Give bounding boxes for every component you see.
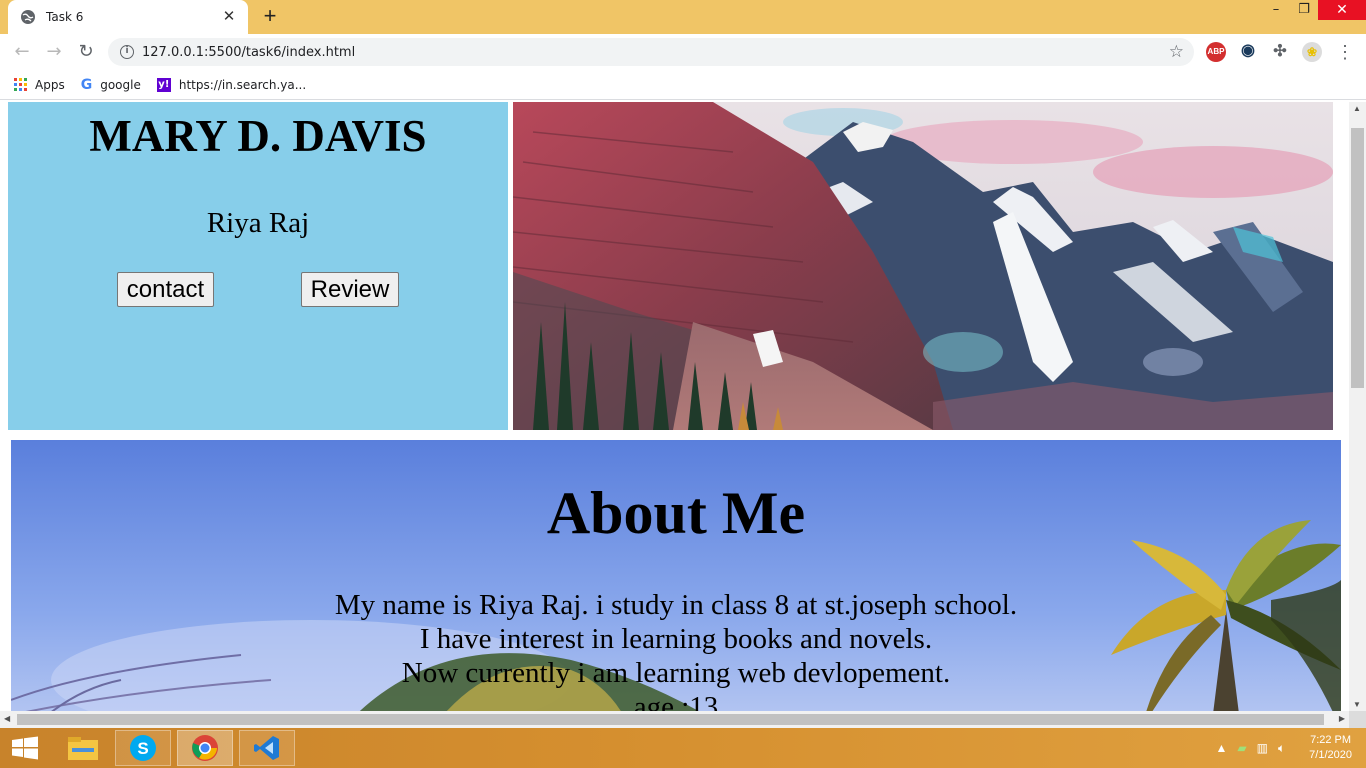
scroll-down-icon[interactable]: ▼ bbox=[1353, 700, 1361, 709]
taskbar-clock[interactable]: 7:22 PM 7/1/2020 bbox=[1309, 733, 1352, 763]
adblock-icon[interactable]: ABP bbox=[1206, 42, 1226, 62]
bookmark-star-icon[interactable]: ☆ bbox=[1169, 42, 1184, 62]
browser-toolbar: ← → ↻ i 127.0.0.1:5500/task6/index.html … bbox=[0, 34, 1366, 70]
volume-icon[interactable]: 🔈︎ bbox=[1278, 741, 1285, 756]
about-bio: My name is Riya Raj. i study in class 8 … bbox=[11, 588, 1341, 711]
skype-icon[interactable]: S bbox=[115, 730, 171, 766]
clock-time: 7:22 PM bbox=[1310, 734, 1352, 746]
vertical-scroll-thumb[interactable] bbox=[1351, 128, 1364, 388]
scroll-left-icon[interactable]: ◀ bbox=[4, 714, 10, 723]
forward-button[interactable]: → bbox=[42, 40, 66, 64]
minimize-button[interactable]: – bbox=[1262, 0, 1290, 20]
back-button[interactable]: ← bbox=[10, 40, 34, 64]
scroll-right-icon[interactable]: ▶ bbox=[1339, 714, 1345, 723]
tray-expand-icon[interactable]: ▲ bbox=[1216, 741, 1228, 755]
yahoo-icon: y! bbox=[156, 77, 171, 92]
lens-extension-icon[interactable]: ◉ bbox=[1238, 42, 1258, 62]
about-section: About Me My name is Riya Raj. i study in… bbox=[11, 440, 1341, 711]
extensions-puzzle-icon[interactable]: ✣ bbox=[1270, 42, 1290, 62]
svg-text:S: S bbox=[137, 739, 148, 758]
bookmark-apps[interactable]: Apps bbox=[14, 78, 65, 92]
site-info-icon[interactable]: i bbox=[120, 45, 134, 59]
tab-strip: Task 6 ✕ + – ❐ ✕ bbox=[0, 0, 1366, 34]
chrome-icon[interactable] bbox=[177, 730, 233, 766]
apps-grid-icon bbox=[14, 78, 27, 91]
bookmark-label: google bbox=[100, 77, 141, 92]
bookmark-label: Apps bbox=[35, 77, 65, 92]
chrome-menu-icon[interactable]: ⋮ bbox=[1336, 42, 1354, 62]
bookmark-google[interactable]: G google bbox=[81, 77, 141, 93]
horizontal-scroll-thumb[interactable] bbox=[17, 714, 1324, 725]
about-heading: About Me bbox=[546, 480, 806, 546]
bookmark-yahoo[interactable]: y! https://in.search.ya... bbox=[156, 77, 307, 92]
profile-avatar-icon[interactable]: ❀ bbox=[1302, 42, 1322, 62]
bio-line: My name is Riya Raj. i study in class 8 … bbox=[334, 589, 1018, 621]
notification-icon[interactable]: ▰ bbox=[1237, 741, 1246, 755]
tab-title: Task 6 bbox=[46, 10, 84, 24]
profile-subtitle: Riya Raj bbox=[206, 207, 310, 239]
windows-start-icon[interactable] bbox=[10, 736, 40, 760]
bookmarks-bar: Apps G google y! https://in.search.ya... bbox=[0, 70, 1366, 100]
profile-name-heading: MARY D. DAVIS bbox=[89, 111, 427, 161]
windows-taskbar: S ▲ ▰ ▥ 🔈︎ 7:22 PM 7/1/2020 bbox=[0, 728, 1366, 768]
globe-icon bbox=[21, 10, 35, 24]
bio-line: Now currently i am learning web devlopem… bbox=[401, 657, 951, 689]
mountain-photo bbox=[513, 102, 1333, 430]
system-tray: ▲ ▰ ▥ 🔈︎ 7:22 PM 7/1/2020 bbox=[1216, 728, 1353, 768]
window-close-button[interactable]: ✕ bbox=[1318, 0, 1366, 20]
scrollbar-corner bbox=[1349, 711, 1366, 728]
restore-button[interactable]: ❐ bbox=[1290, 0, 1318, 20]
address-bar[interactable]: i 127.0.0.1:5500/task6/index.html ☆ bbox=[108, 38, 1194, 66]
vertical-scrollbar[interactable]: ▲ ▼ bbox=[1349, 102, 1366, 711]
scroll-up-icon[interactable]: ▲ bbox=[1353, 104, 1361, 113]
browser-tab[interactable]: Task 6 ✕ bbox=[8, 0, 248, 34]
url-text[interactable]: 127.0.0.1:5500/task6/index.html bbox=[142, 45, 355, 60]
horizontal-scrollbar[interactable]: ◀ ▶ bbox=[0, 711, 1349, 728]
file-explorer-icon[interactable] bbox=[55, 730, 111, 766]
vscode-icon[interactable] bbox=[239, 730, 295, 766]
review-button[interactable]: Review bbox=[301, 272, 399, 307]
bio-line: I have interest in learning books and no… bbox=[419, 623, 933, 655]
clock-date: 7/1/2020 bbox=[1309, 749, 1352, 761]
profile-card: MARY D. DAVIS Riya Raj contact Review bbox=[8, 102, 508, 430]
page-viewport[interactable]: MARY D. DAVIS Riya Raj contact Review Ab… bbox=[0, 102, 1349, 711]
tab-close-icon[interactable]: ✕ bbox=[220, 8, 238, 26]
reload-button[interactable]: ↻ bbox=[74, 40, 98, 64]
bio-line: age :13 bbox=[633, 691, 719, 711]
network-icon[interactable]: ▥ bbox=[1257, 741, 1268, 755]
new-tab-button[interactable]: + bbox=[258, 5, 282, 29]
contact-button[interactable]: contact bbox=[117, 272, 214, 307]
bookmark-label: https://in.search.ya... bbox=[178, 77, 307, 92]
google-icon: G bbox=[80, 76, 93, 93]
